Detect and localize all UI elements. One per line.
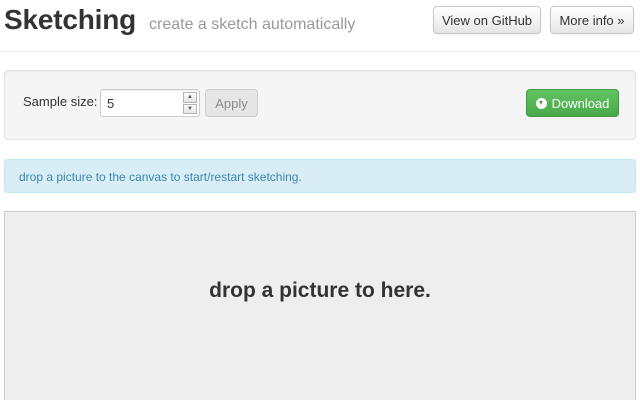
apply-button[interactable]: Apply <box>205 89 258 117</box>
app-tagline: create a sketch automatically <box>149 16 356 33</box>
download-button-label: Download <box>551 95 610 111</box>
sample-size-stepper[interactable]: 5 ▲ ▼ <box>100 89 200 117</box>
sample-size-value[interactable]: 5 <box>107 96 114 111</box>
header: Sketching create a sketch automatically … <box>0 0 640 52</box>
decrement-arrow-icon[interactable]: ▼ <box>183 103 197 114</box>
page: Sketching create a sketch automatically … <box>0 0 640 400</box>
info-alert-text: drop a picture to the canvas to start/re… <box>19 170 302 184</box>
increment-arrow-icon[interactable]: ▲ <box>183 92 197 103</box>
download-button[interactable]: Download <box>526 89 619 117</box>
toolbar-panel: Sample size: 5 ▲ ▼ Apply Download <box>4 70 636 140</box>
download-circle-icon <box>535 97 547 109</box>
sketch-canvas-drop-zone[interactable]: drop a picture to here. <box>4 211 636 400</box>
info-alert: drop a picture to the canvas to start/re… <box>4 159 636 193</box>
drop-zone-text: drop a picture to here. <box>209 279 431 302</box>
app-title: Sketching <box>4 4 137 35</box>
stepper-arrows: ▲ ▼ <box>183 92 197 114</box>
sample-size-label: Sample size: <box>23 94 98 109</box>
view-on-github-button[interactable]: View on GitHub <box>433 6 541 34</box>
more-info-button[interactable]: More info » <box>550 6 634 34</box>
